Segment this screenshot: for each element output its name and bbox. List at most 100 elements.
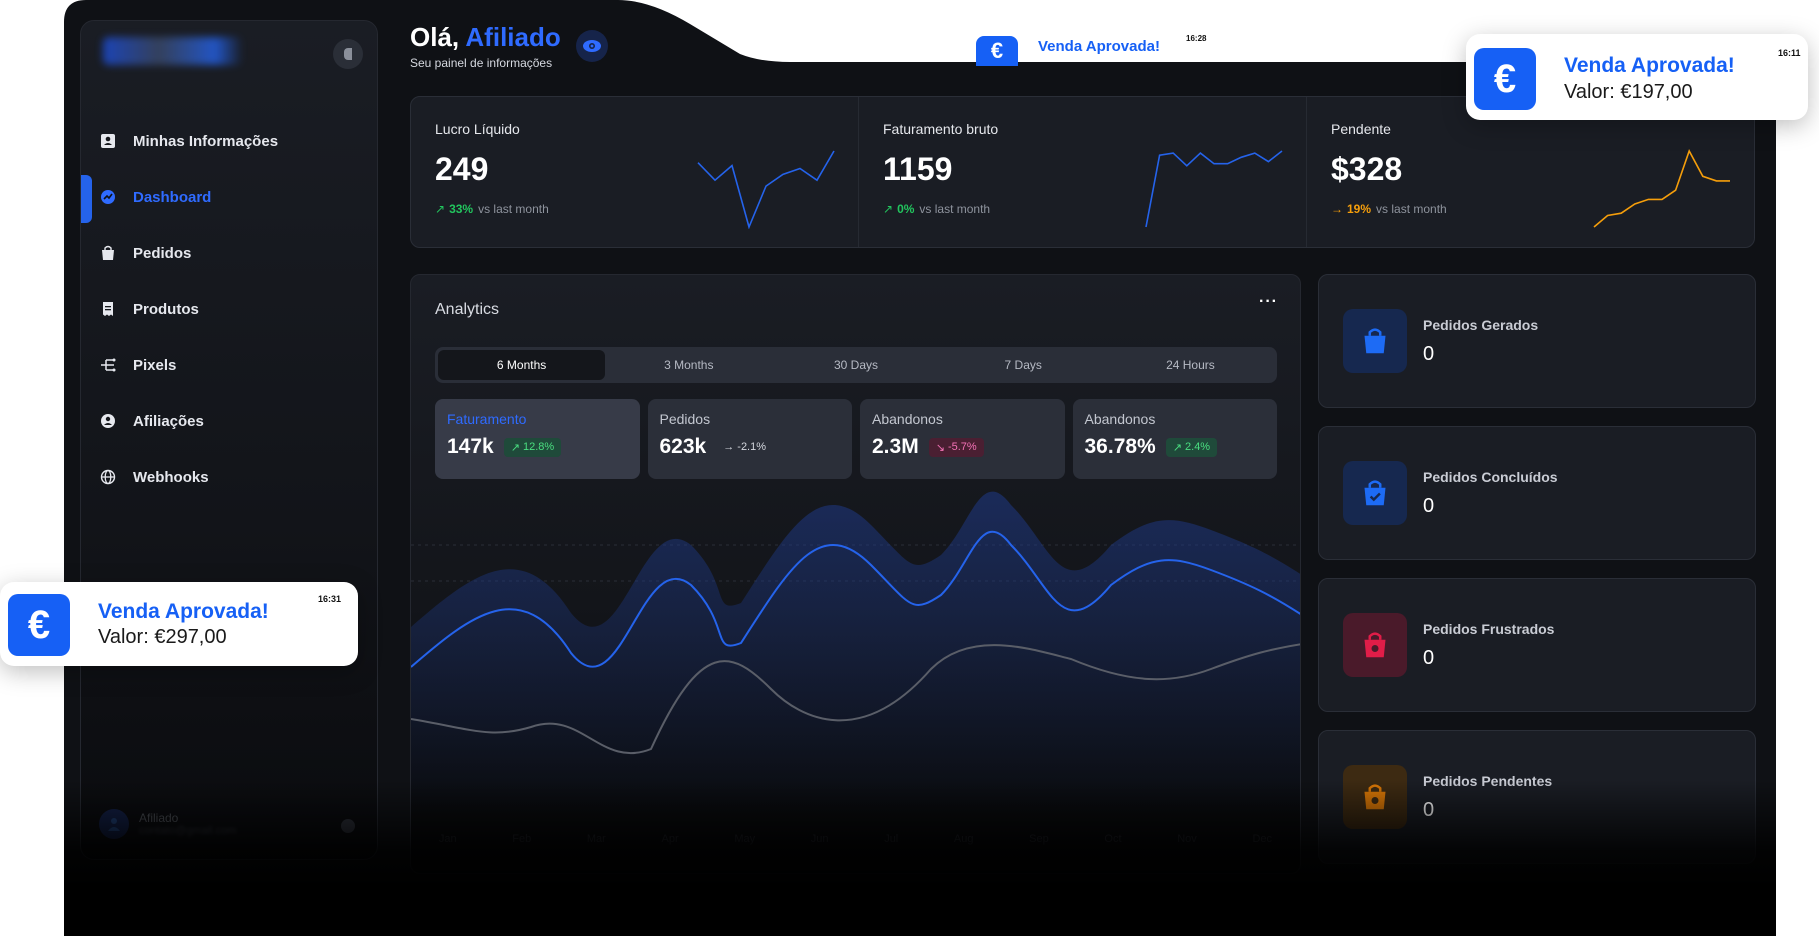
greeting-name: Afiliado xyxy=(465,22,561,52)
euro-icon: € xyxy=(8,594,70,656)
sidebar-item-pedidos[interactable]: Pedidos xyxy=(81,225,377,281)
area-fill xyxy=(411,491,1300,815)
more-options-icon[interactable]: ··· xyxy=(1259,293,1278,311)
globe-icon xyxy=(99,468,117,486)
sidebar-item-produtos[interactable]: Produtos xyxy=(81,281,377,337)
tab-24-hours[interactable]: 24 Hours xyxy=(1107,350,1274,380)
sidebar-item-pixels[interactable]: Pixels xyxy=(81,337,377,393)
sparkline-path xyxy=(1593,149,1730,228)
order-value: 0 xyxy=(1423,343,1435,365)
x-axis-labels: Jan Feb Mar Apr May Jun Jul Aug Sep Oct … xyxy=(411,833,1300,845)
dashboard-icon xyxy=(99,188,117,206)
toast-title: Venda Aprovada! xyxy=(1564,54,1735,77)
brand-logo[interactable] xyxy=(103,37,243,65)
toast-notification[interactable]: € Venda Aprovada! Valor: €197,00 16:11 xyxy=(1466,34,1808,120)
toast-value: Valor: €297,00 xyxy=(98,626,227,648)
change-value: 2.4% xyxy=(1185,441,1211,453)
stat-card-faturamento: Faturamento bruto 1159 ↗ 0% vs last month xyxy=(859,97,1307,247)
sidebar-item-afiliacoes[interactable]: Afiliações xyxy=(81,393,377,449)
sidebar-item-label: Produtos xyxy=(133,300,199,318)
change-badge: ↗ 2.4% xyxy=(1165,437,1218,457)
metric-card-pedidos[interactable]: Pedidos 623k → -2.1% xyxy=(647,399,852,479)
tab-30-days[interactable]: 30 Days xyxy=(772,350,939,380)
toast-title: Venda Aprovada! xyxy=(98,600,269,623)
sidebar-item-dashboard[interactable]: Dashboard xyxy=(81,169,377,225)
metric-label: Abandonos xyxy=(872,411,943,427)
order-card-concluidos[interactable]: Pedidos Concluídos 0 xyxy=(1318,426,1756,560)
sparkline-path xyxy=(1145,150,1283,228)
bag-x-icon xyxy=(1343,613,1407,677)
tab-6-months[interactable]: 6 Months xyxy=(438,350,606,380)
user-profile[interactable]: Afiliado contato@gmail.com xyxy=(99,809,236,839)
sparkline xyxy=(1593,149,1730,228)
change-value: 12.8% xyxy=(523,441,555,453)
x-tick-label: Apr xyxy=(661,833,679,845)
stat-label: Lucro Líquido xyxy=(435,121,520,137)
order-label: Pedidos Concluídos xyxy=(1423,469,1558,485)
toggle-visibility-button[interactable] xyxy=(576,30,608,62)
tab-7-days[interactable]: 7 Days xyxy=(940,350,1107,380)
order-label: Pedidos Gerados xyxy=(1423,317,1539,333)
order-card-frustrados[interactable]: Pedidos Frustrados 0 xyxy=(1318,578,1756,712)
sparkline-path xyxy=(697,150,835,229)
sparkline xyxy=(697,150,835,229)
toast-time: 16:28 xyxy=(1186,34,1207,43)
order-value: 0 xyxy=(1423,495,1435,517)
metric-value: 147k xyxy=(447,435,494,458)
sidebar-item-label: Pixels xyxy=(133,356,177,374)
metric-value: 36.78% xyxy=(1084,435,1156,458)
bag-check-icon xyxy=(1343,461,1407,525)
sidebar-item-label: Afiliações xyxy=(133,412,204,430)
trend-right-icon: → xyxy=(723,441,738,453)
toast-value: Valor: €197,00 xyxy=(1564,81,1693,103)
metric-card-faturamento[interactable]: Faturamento 147k ↗ 12.8% xyxy=(435,399,640,479)
order-card-gerados[interactable]: Pedidos Gerados 0 xyxy=(1318,274,1756,408)
collapse-icon xyxy=(344,48,352,60)
trend-up-icon: ↗ xyxy=(435,202,446,216)
metric-label: Pedidos xyxy=(659,411,711,427)
theme-toggle-icon[interactable] xyxy=(341,819,355,833)
sidebar: Minhas Informações Dashboard Pedidos Pro… xyxy=(80,20,378,860)
x-tick-label: Jan xyxy=(438,833,457,845)
euro-icon: € xyxy=(976,36,1018,66)
stat-pct: 33% xyxy=(449,202,474,216)
x-tick-label: Mar xyxy=(586,833,606,845)
metric-card-abandonos[interactable]: Abandonos 2.3M ↘ -5.7% xyxy=(860,399,1065,479)
collapse-sidebar-button[interactable] xyxy=(333,39,363,69)
sidebar-item-label: Dashboard xyxy=(133,188,212,206)
stat-label: Pendente xyxy=(1331,121,1391,137)
tab-3-months[interactable]: 3 Months xyxy=(605,350,772,380)
x-tick-label: May xyxy=(734,833,756,845)
stat-pct: 0% xyxy=(897,202,915,216)
analytics-title: Analytics xyxy=(435,301,500,318)
metric-label: Faturamento xyxy=(447,411,527,427)
change-badge: ↗ 12.8% xyxy=(503,437,562,457)
sidebar-item-webhooks[interactable]: Webhooks xyxy=(81,449,377,505)
metric-card-abandonos-rate[interactable]: Abandonos 36.78% ↗ 2.4% xyxy=(1072,399,1277,479)
stat-suffix: vs last month xyxy=(478,202,549,216)
avatar xyxy=(99,809,129,839)
receipt-icon xyxy=(99,300,117,318)
x-tick-label: Feb xyxy=(512,833,532,845)
sidebar-item-minhas-informacoes[interactable]: Minhas Informações xyxy=(81,113,377,169)
change-value: -2.1% xyxy=(737,441,767,453)
metric-cards: Faturamento 147k ↗ 12.8% Pedidos 623k → -2… xyxy=(435,399,1277,479)
x-tick-label: Oct xyxy=(1104,833,1122,845)
order-label: Pedidos Frustrados xyxy=(1423,621,1555,637)
eye-icon xyxy=(583,40,601,52)
x-tick-label: Sep xyxy=(1029,833,1049,845)
trend-down-icon: ↘ xyxy=(935,441,948,454)
stat-suffix: vs last month xyxy=(1376,202,1447,216)
x-tick-label: Dec xyxy=(1252,833,1273,845)
stat-suffix: vs last month xyxy=(919,202,991,216)
euro-icon: € xyxy=(1474,48,1536,110)
order-card-pendentes[interactable]: Pedidos Pendentes 0 xyxy=(1318,730,1756,864)
sidebar-nav: Minhas Informações Dashboard Pedidos Pro… xyxy=(81,113,377,505)
user-circle-icon xyxy=(99,412,117,430)
sidebar-item-label: Pedidos xyxy=(133,244,192,262)
x-tick-label: Nov xyxy=(1177,833,1197,845)
toast-notification[interactable]: € Venda Aprovada! Valor: €297,00 16:31 xyxy=(0,582,358,666)
toast-notification-partial[interactable]: € Venda Aprovada! 16:28 xyxy=(968,24,1248,66)
share-icon xyxy=(99,356,117,374)
toast-title: Venda Aprovada! xyxy=(1038,38,1160,55)
